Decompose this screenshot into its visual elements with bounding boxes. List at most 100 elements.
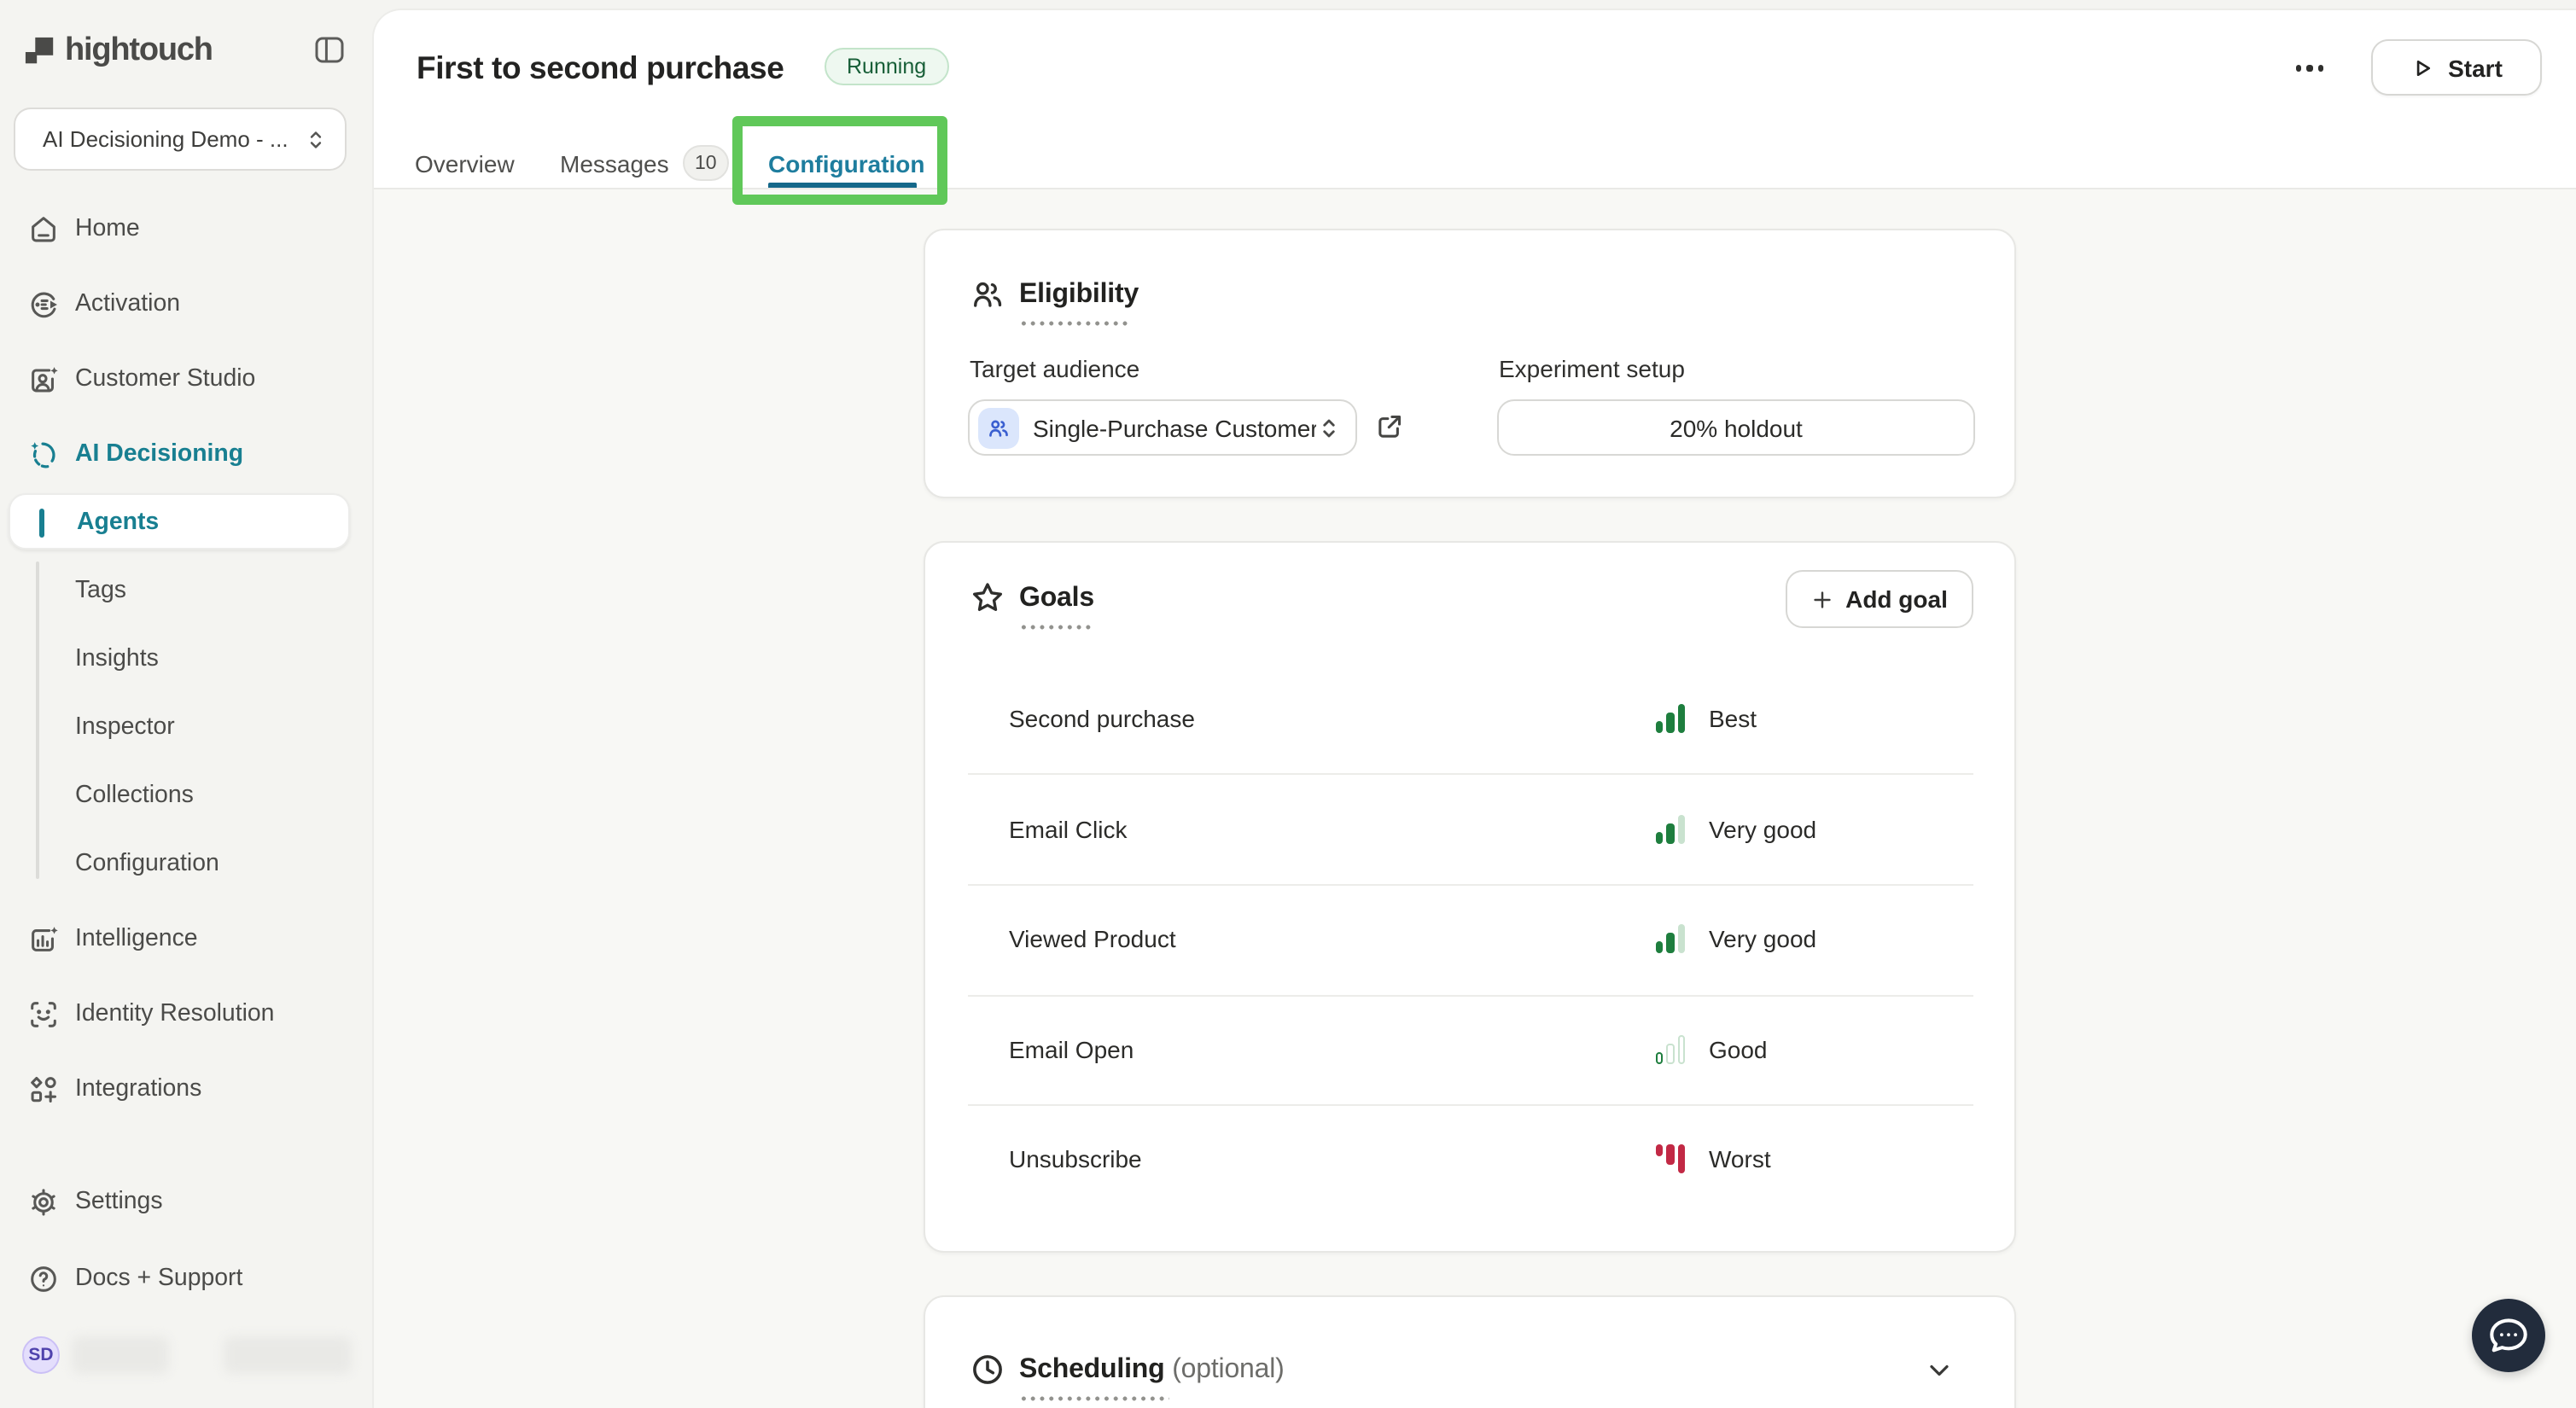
chevron-updown-icon [304,125,328,153]
goal-row: Email Click Very good [925,774,2018,884]
intelligence-icon [27,922,60,955]
home-icon [27,212,60,245]
sidebar-item-insights[interactable]: Insights [0,625,374,693]
active-indicator [39,509,44,538]
goal-row: Email Open Good [925,994,2018,1104]
sidebar-item-label: AI Decisioning [75,440,243,468]
activation-icon [27,288,60,320]
holdout-value: 20% holdout [1670,414,1803,441]
ellipsis-icon [2307,66,2312,71]
workspace-selector[interactable]: AI Decisioning Demo - ... [14,108,347,171]
star-icon [970,580,1005,616]
tab-overview[interactable]: Overview [415,140,515,188]
sidebar-item-label: Intelligence [75,925,198,952]
goals-card: Goals Add goal Second purchase Best Emai… [924,541,2016,1253]
sidebar-item-settings[interactable]: Settings [0,1164,374,1239]
sidebar-item-activation[interactable]: Activation [0,266,374,341]
bar-rating-icon [1656,925,1687,954]
chevron-updown-icon [1316,414,1342,441]
add-goal-button[interactable]: Add goal [1786,570,1973,628]
sidebar-item-home[interactable]: Home [0,191,374,266]
sidebar-item-tags[interactable]: Tags [0,556,374,625]
sidebar-item-label: Identity Resolution [75,1000,274,1027]
logo: hightouch [24,31,352,72]
goal-row: Unsubscribe Worst [925,1104,2018,1214]
sidebar-item-label: Docs + Support [75,1265,242,1292]
sidebar: hightouch AI Decisioning Demo - ... Home [0,0,374,1408]
dotted-underline [1019,625,1094,630]
chat-support-button[interactable] [2472,1299,2545,1372]
sidebar-item-label: Configuration [75,850,219,877]
sidebar-item-label: Home [75,215,140,242]
target-audience-label: Target audience [970,355,1139,382]
workspace-name: AI Decisioning Demo - ... [43,126,304,152]
sidebar-item-inspector[interactable]: Inspector [0,693,374,761]
tab-messages[interactable]: Messages [560,140,669,188]
sidebar-item-label: Integrations [75,1075,201,1103]
sidebar-item-docs-support[interactable]: Docs + Support [0,1241,374,1316]
goal-label: Email Open [1009,1036,1134,1063]
avatar[interactable]: SD [22,1336,60,1374]
sidebar-item-label: Insights [75,645,159,672]
external-link-icon[interactable] [1374,411,1405,442]
sidebar-item-label: Collections [75,782,194,809]
bar-rating-icon [1656,705,1687,734]
plus-icon [1811,588,1833,610]
goal-row: Viewed Product Very good [925,884,2018,994]
users-icon [970,276,1005,312]
main-panel: First to second purchase Running Start O… [374,10,2576,1408]
sidebar-item-collections[interactable]: Collections [0,761,374,829]
goal-rating: Worst [1709,1146,1771,1173]
tab-label: Messages [560,150,669,177]
sidebar-item-configuration[interactable]: Configuration [0,829,374,898]
scheduling-heading: Scheduling (optional) [1019,1355,1285,1386]
sidebar-collapse-icon[interactable] [312,32,347,67]
bar-rating-icon [1656,1035,1687,1064]
ellipsis-icon [2295,66,2300,71]
sidebar-item-label: Customer Studio [75,365,255,393]
start-button[interactable]: Start [2371,39,2542,96]
goal-rating: Very good [1709,816,1816,843]
add-goal-label: Add goal [1845,585,1948,613]
sidebar-item-agents[interactable]: Agents [9,493,350,550]
goal-rating: Best [1709,706,1757,733]
scheduling-card: Scheduling (optional) [924,1295,2016,1408]
goals-heading: Goals [1019,584,1094,614]
scheduling-title: Scheduling [1019,1355,1164,1384]
sidebar-item-customer-studio[interactable]: Customer Studio [0,341,374,416]
messages-count-badge: 10 [683,145,729,181]
play-icon [2410,55,2434,79]
help-icon [27,1262,60,1295]
chat-bubble-icon [2486,1312,2532,1359]
more-menu-button[interactable] [2286,48,2334,89]
ai-decisioning-icon [27,438,60,470]
goal-label: Viewed Product [1009,926,1176,953]
sidebar-item-ai-decisioning[interactable]: AI Decisioning [0,416,374,492]
sidebar-item-intelligence[interactable]: Intelligence [0,901,374,976]
integrations-icon [27,1073,60,1105]
customer-studio-icon [27,363,60,395]
users-icon [987,416,1011,439]
goal-rating: Good [1709,1036,1768,1063]
page-title: First to second purchase [417,49,784,87]
experiment-setup-control[interactable]: 20% holdout [1497,399,1975,456]
goal-label: Unsubscribe [1009,1146,1142,1173]
user-account[interactable]: SD [0,1328,374,1386]
eligibility-card: Eligibility Target audience Experiment s… [924,229,2016,498]
optional-label: (optional) [1172,1355,1284,1384]
configuration-content: Eligibility Target audience Experiment s… [374,189,2576,1408]
chevron-down-icon[interactable] [1924,1355,1955,1386]
sidebar-item-identity-resolution[interactable]: Identity Resolution [0,976,374,1051]
tab-configuration[interactable]: Configuration [768,140,925,188]
dotted-underline [1019,321,1132,326]
settings-icon [27,1185,60,1218]
sidebar-item-label: Agents [77,509,159,536]
eligibility-heading: Eligibility [1019,280,1139,311]
sidebar-item-label: Activation [75,290,180,317]
target-audience-select[interactable]: Single-Purchase Customers [968,399,1357,456]
clock-icon [970,1352,1005,1388]
bar-rating-icon [1656,1145,1687,1174]
logo-text: hightouch [65,32,213,70]
sidebar-item-integrations[interactable]: Integrations [0,1051,374,1126]
sidebar-item-label: Settings [75,1188,163,1215]
